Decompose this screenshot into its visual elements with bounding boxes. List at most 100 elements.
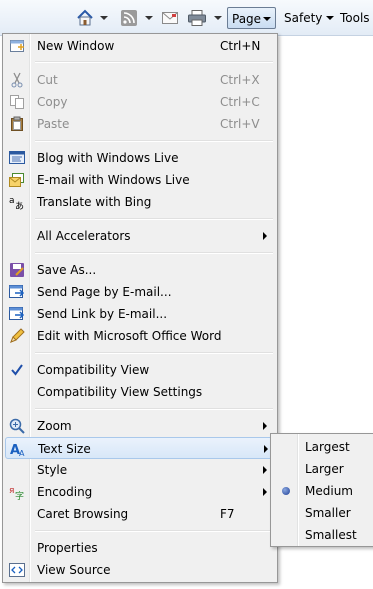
menu-item-paste[interactable]: Paste Ctrl+V xyxy=(5,113,275,135)
menu-item-all-accelerators[interactable]: All Accelerators xyxy=(5,225,275,247)
menu-item-compatibility-view-settings[interactable]: Compatibility View Settings xyxy=(5,381,275,403)
submenu-arrow-icon xyxy=(263,422,267,430)
checkmark-icon xyxy=(11,364,23,376)
svg-text:字: 字 xyxy=(15,490,24,500)
tools-menu-label: Tools xyxy=(340,11,370,25)
text-size-option-smaller[interactable]: Smaller xyxy=(273,502,373,524)
menu-item-shortcut: Ctrl+V xyxy=(220,117,260,131)
menu-item-compatibility-view[interactable]: Compatibility View xyxy=(5,359,275,381)
menu-item-label: Send Page by E-mail... xyxy=(37,285,172,299)
safety-dropdown-arrow xyxy=(326,16,335,20)
menu-item-label: Translate with Bing xyxy=(37,195,152,209)
text-size-option-larger[interactable]: Larger xyxy=(273,458,373,480)
menu-item-label: Save As... xyxy=(37,263,97,277)
new-window-icon xyxy=(10,40,24,52)
print-icon xyxy=(188,10,206,26)
menu-item-label: Copy xyxy=(37,95,68,109)
scissors-icon xyxy=(11,72,23,88)
menu-item-label: Encoding xyxy=(37,485,93,499)
email-live-icon xyxy=(9,173,24,187)
menu-item-label: Paste xyxy=(37,117,70,131)
menu-item-shortcut: Ctrl+X xyxy=(220,73,260,87)
menu-item-label: Send Link by E-mail... xyxy=(37,307,168,321)
translate-icon: a あ xyxy=(9,196,24,210)
copy-icon xyxy=(10,95,24,109)
menu-item-label: Cut xyxy=(37,73,58,87)
home-button[interactable] xyxy=(74,7,96,29)
send-link-icon xyxy=(9,307,25,320)
text-size-option-label: Medium xyxy=(305,484,353,498)
menu-separator xyxy=(35,352,273,354)
encoding-icon: я 字 xyxy=(9,486,24,500)
menu-separator xyxy=(35,140,273,142)
submenu-arrow-icon xyxy=(263,466,267,474)
menu-item-label: View Source xyxy=(37,563,111,577)
menu-item-encoding[interactable]: я 字 Encoding xyxy=(5,481,275,503)
pencil-icon xyxy=(10,328,25,343)
submenu-arrow-icon xyxy=(263,488,267,496)
page-menu-label: Page xyxy=(232,12,262,26)
menu-item-label: All Accelerators xyxy=(37,229,131,243)
menu-item-zoom[interactable]: Zoom xyxy=(5,415,275,437)
menu-item-email-windows-live[interactable]: E-mail with Windows Live xyxy=(5,169,275,191)
menu-item-blog-windows-live[interactable]: Blog with Windows Live xyxy=(5,147,275,169)
menu-item-style[interactable]: Style xyxy=(5,459,275,481)
menu-item-label: Text Size xyxy=(38,442,91,456)
svg-text:A: A xyxy=(19,449,25,457)
blog-icon xyxy=(9,151,25,164)
read-mail-button[interactable] xyxy=(160,7,180,29)
menu-item-shortcut: Ctrl+C xyxy=(220,95,260,109)
text-size-icon: A A xyxy=(10,443,25,457)
text-size-option-largest[interactable]: Largest xyxy=(273,436,373,458)
menu-item-label: Style xyxy=(37,463,68,477)
text-size-option-label: Larger xyxy=(305,462,344,476)
menu-item-label: Properties xyxy=(37,541,98,555)
tools-menu-button[interactable]: Tools xyxy=(336,7,373,29)
home-dropdown-arrow[interactable] xyxy=(100,16,108,20)
text-size-submenu: Largest Larger Medium Smaller Smallest xyxy=(270,433,373,547)
menu-item-label: E-mail with Windows Live xyxy=(37,173,190,187)
text-size-option-label: Smallest xyxy=(305,528,357,542)
menu-item-text-size[interactable]: A A Text Size xyxy=(5,437,275,459)
view-source-icon xyxy=(9,563,25,577)
feeds-dropdown-arrow[interactable] xyxy=(145,16,153,20)
svg-text:a: a xyxy=(9,196,15,206)
menu-item-caret-browsing[interactable]: Caret Browsing F7 xyxy=(5,503,275,525)
feeds-button[interactable] xyxy=(119,7,139,29)
menu-item-cut[interactable]: Cut Ctrl+X xyxy=(5,69,275,91)
menu-item-label: Blog with Windows Live xyxy=(37,151,179,165)
text-size-option-medium[interactable]: Medium xyxy=(273,480,373,502)
menu-separator xyxy=(35,530,273,532)
rss-feed-icon xyxy=(121,10,137,26)
safety-menu-label: Safety xyxy=(284,11,323,25)
text-size-option-smallest[interactable]: Smallest xyxy=(273,524,373,546)
menu-item-view-source[interactable]: View Source xyxy=(5,559,275,581)
text-size-option-label: Smaller xyxy=(305,506,351,520)
menu-item-label: Zoom xyxy=(37,419,72,433)
menu-separator xyxy=(35,218,273,220)
print-button[interactable] xyxy=(186,7,208,29)
menu-item-send-link-email[interactable]: Send Link by E-mail... xyxy=(5,303,275,325)
page-menu-button[interactable]: Page xyxy=(227,7,276,29)
page-dropdown-arrow xyxy=(263,17,271,21)
safety-menu-button[interactable]: Safety xyxy=(280,7,336,29)
radio-selected-icon xyxy=(282,487,290,495)
menu-item-properties[interactable]: Properties xyxy=(5,537,275,559)
submenu-arrow-icon xyxy=(264,445,268,453)
zoom-icon xyxy=(9,418,25,434)
save-as-icon xyxy=(10,263,24,277)
menu-item-edit-with-word[interactable]: Edit with Microsoft Office Word xyxy=(5,325,275,347)
print-dropdown-arrow[interactable] xyxy=(214,16,222,20)
svg-text:あ: あ xyxy=(15,201,24,210)
menu-item-new-window[interactable]: New Window Ctrl+N xyxy=(5,35,275,57)
menu-item-translate-bing[interactable]: a あ Translate with Bing xyxy=(5,191,275,213)
menu-separator xyxy=(35,61,273,63)
menu-item-label: Compatibility View xyxy=(37,363,150,377)
send-page-icon xyxy=(9,285,25,298)
menu-item-save-as[interactable]: Save As... xyxy=(5,259,275,281)
menu-item-label: Compatibility View Settings xyxy=(37,385,203,399)
menu-item-send-page-email[interactable]: Send Page by E-mail... xyxy=(5,281,275,303)
menu-separator xyxy=(35,408,273,410)
menu-item-copy[interactable]: Copy Ctrl+C xyxy=(5,91,275,113)
page-menu: New Window Ctrl+N Cut Ctrl+X Copy Ctrl+C… xyxy=(2,33,278,583)
